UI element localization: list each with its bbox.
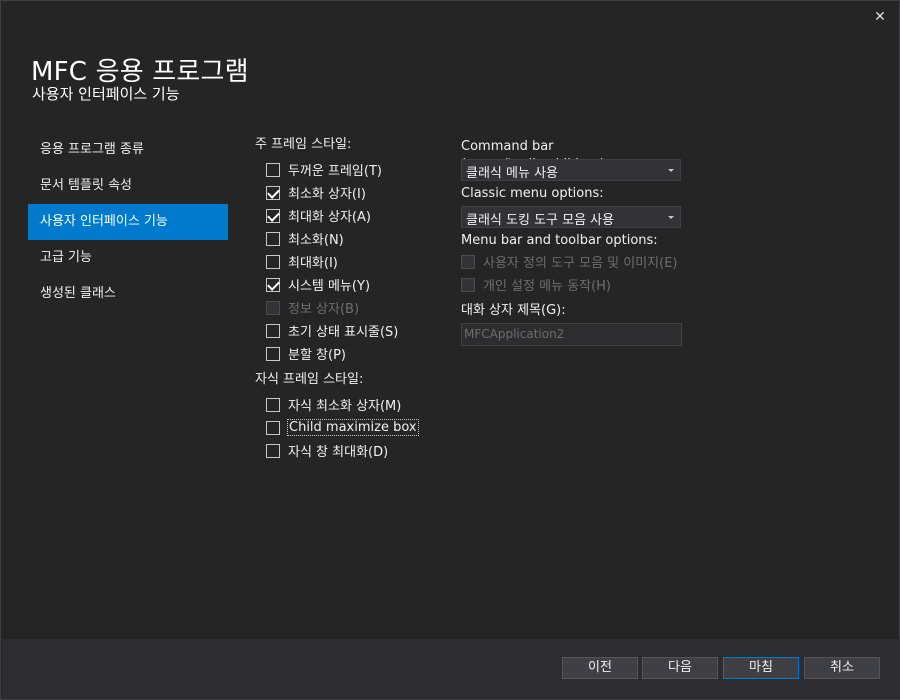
- child-maximized-checkbox[interactable]: 자식 창 최대화(D): [255, 439, 418, 462]
- nav-item-advanced[interactable]: 고급 기능: [28, 240, 228, 276]
- checkbox-box[interactable]: [266, 323, 280, 338]
- checkbox-label: Child maximize box: [287, 419, 419, 436]
- footer-bar: 이전 다음 마침 취소: [2, 639, 900, 699]
- checkbox-box[interactable]: [266, 420, 280, 435]
- main-frame-label: 주 프레임 스타일:: [255, 137, 352, 152]
- checkbox-box[interactable]: [266, 208, 280, 223]
- nav-item-doc-template[interactable]: 문서 템플릿 속성: [28, 168, 228, 204]
- classic-menu-value: 클래식 도킹 도구 모음 사용: [466, 213, 615, 228]
- wizard-nav: 응용 프로그램 종류 문서 템플릿 속성 사용자 인터페이스 기능 고급 기능 …: [28, 132, 228, 312]
- checkbox-box: [461, 277, 475, 292]
- checkbox-box[interactable]: [266, 231, 280, 246]
- nav-item-app-type[interactable]: 응용 프로그램 종류: [28, 132, 228, 168]
- system-menu-checkbox[interactable]: 시스템 메뉴(Y): [255, 273, 418, 296]
- page-subtitle: 사용자 인터페이스 기능: [32, 85, 180, 103]
- chevron-down-icon: [668, 169, 674, 172]
- classic-menu-label: Classic menu options:: [461, 186, 604, 201]
- checkbox-label: 초기 상태 표시줄(S): [288, 325, 399, 340]
- command-bar-dropdown[interactable]: 클래식 메뉴 사용: [461, 159, 681, 181]
- checkbox-box: [266, 300, 280, 315]
- minimized-checkbox[interactable]: 최소화(N): [255, 227, 418, 250]
- checkbox-box[interactable]: [266, 443, 280, 458]
- checkbox-box: [461, 254, 475, 269]
- checkbox-label: 최소화(N): [288, 233, 344, 248]
- checkbox-label: 개인 설정 메뉴 동작(H): [483, 279, 611, 294]
- nav-item-generated-classes[interactable]: 생성된 클래스: [28, 276, 228, 312]
- checkbox-label: 분할 창(P): [288, 348, 346, 363]
- thick-frame-checkbox[interactable]: 두꺼운 프레임(T): [255, 158, 418, 181]
- custom-toolbars-checkbox: 사용자 정의 도구 모음 및 이미지(E): [461, 250, 683, 273]
- frame-styles-column: 주 프레임 스타일: 두꺼운 프레임(T) 최소화 상자(I) 최대화 상자(A…: [255, 136, 419, 462]
- prev-button[interactable]: 이전: [562, 657, 638, 679]
- checkbox-label: 두꺼운 프레임(T): [288, 164, 382, 179]
- personalized-menu-checkbox: 개인 설정 메뉴 동작(H): [461, 273, 683, 296]
- dialog-window: ✕ MFC 응용 프로그램 사용자 인터페이스 기능 응용 프로그램 종류 문서…: [0, 0, 900, 700]
- close-icon[interactable]: ✕: [871, 8, 889, 26]
- checkbox-box[interactable]: [266, 185, 280, 200]
- checkbox-box[interactable]: [266, 346, 280, 361]
- minimize-box-checkbox[interactable]: 최소화 상자(I): [255, 181, 418, 204]
- child-frame-label: 자식 프레임 스타일:: [255, 372, 364, 387]
- checkbox-box[interactable]: [266, 162, 280, 177]
- classic-menu-dropdown[interactable]: 클래식 도킹 도구 모음 사용: [461, 206, 681, 228]
- maximized-checkbox[interactable]: 최대화(I): [255, 250, 418, 273]
- dialog-title-field: MFCApplication2: [461, 323, 682, 346]
- focused-label: Child maximize box: [287, 419, 419, 436]
- about-box-checkbox: 정보 상자(B): [255, 296, 418, 319]
- split-window-checkbox[interactable]: 분할 창(P): [255, 342, 418, 365]
- chevron-down-icon: [668, 216, 674, 219]
- child-maximize-box-checkbox[interactable]: Child maximize box: [255, 416, 419, 439]
- checkbox-box[interactable]: [266, 277, 280, 292]
- checkbox-label: 자식 창 최대화(D): [288, 445, 389, 460]
- checkbox-label: 정보 상자(B): [288, 302, 360, 317]
- checkbox-label: 최대화(I): [288, 256, 338, 271]
- next-button[interactable]: 다음: [642, 657, 718, 679]
- checkbox-label: 최소화 상자(I): [288, 187, 366, 202]
- cancel-button[interactable]: 취소: [804, 657, 880, 679]
- checkbox-label: 자식 최소화 상자(M): [288, 399, 402, 414]
- nav-item-ui-features[interactable]: 사용자 인터페이스 기능: [28, 204, 228, 240]
- checkbox-box[interactable]: [266, 397, 280, 412]
- checkbox-box[interactable]: [266, 254, 280, 269]
- child-minimize-box-checkbox[interactable]: 자식 최소화 상자(M): [255, 393, 418, 416]
- checkbox-label: 사용자 정의 도구 모음 및 이미지(E): [483, 256, 678, 271]
- command-bar-label: Command bar (menu/toolbar/ribbon):: [461, 139, 609, 172]
- menubar-toolbar-label: Menu bar and toolbar options:: [461, 233, 658, 248]
- checkbox-label: 최대화 상자(A): [288, 210, 371, 225]
- dialog-title-label: 대화 상자 제목(G):: [461, 303, 566, 318]
- command-bar-value: 클래식 메뉴 사용: [466, 166, 558, 181]
- initial-status-bar-checkbox[interactable]: 초기 상태 표시줄(S): [255, 319, 418, 342]
- command-bar-column: Command bar (menu/toolbar/ribbon): 클래식 메…: [461, 138, 683, 346]
- checkbox-label: 시스템 메뉴(Y): [288, 279, 371, 294]
- finish-button[interactable]: 마침: [723, 657, 799, 679]
- maximize-box-checkbox[interactable]: 최대화 상자(A): [255, 204, 418, 227]
